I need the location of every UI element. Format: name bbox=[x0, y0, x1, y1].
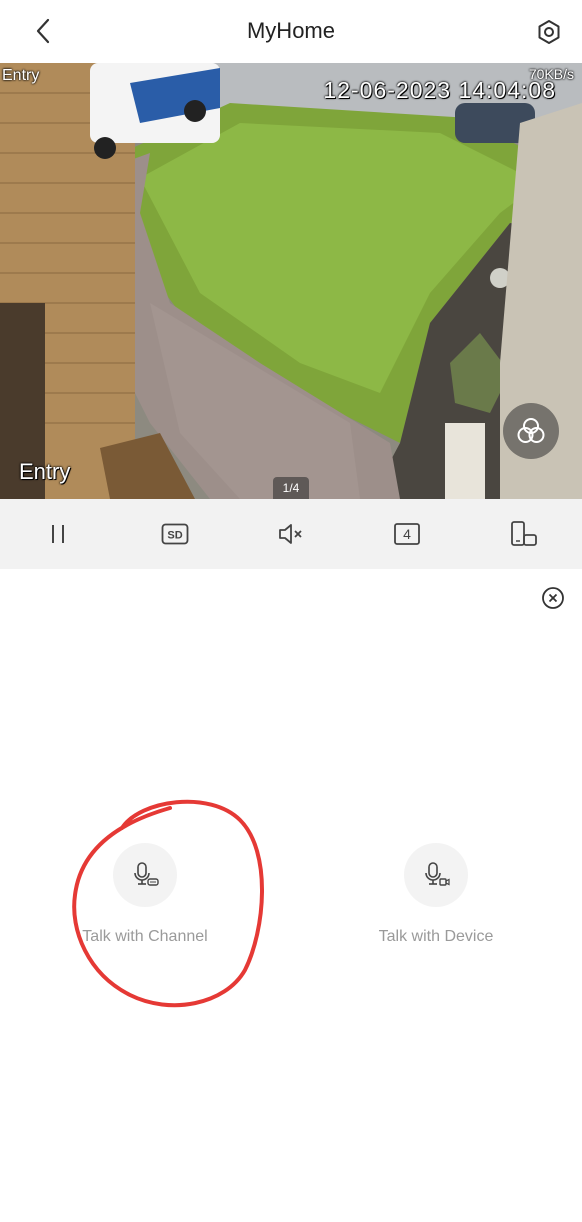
mic-device-icon bbox=[425, 862, 450, 886]
mic-channel-icon bbox=[134, 862, 159, 886]
three-circles-icon bbox=[517, 418, 545, 443]
channel-label-overlay: Entry bbox=[19, 459, 71, 484]
chevron-left-icon bbox=[36, 18, 50, 44]
back-button[interactable] bbox=[26, 14, 60, 48]
quality-label: SD bbox=[167, 530, 182, 542]
talk-with-channel-button[interactable]: Talk with Channel bbox=[45, 843, 245, 946]
timestamp-overlay: 12-06-2023 14:04:08 bbox=[323, 77, 556, 103]
talk-with-device-label: Talk with Device bbox=[378, 928, 494, 945]
phone-rotate-icon bbox=[510, 521, 537, 546]
multi-channel-button[interactable] bbox=[503, 403, 559, 459]
talk-with-channel-label: Talk with Channel bbox=[82, 928, 208, 945]
page-title: MyHome bbox=[246, 18, 335, 43]
speaker-muted-icon bbox=[279, 524, 302, 544]
talk-device-icon-circle bbox=[404, 843, 468, 907]
close-panel-button[interactable] bbox=[540, 585, 566, 611]
pause-icon bbox=[52, 525, 65, 543]
quality-button[interactable]: SD bbox=[116, 499, 232, 569]
page-indicator: 1/4 bbox=[273, 477, 309, 499]
split-count-icon: 4 bbox=[394, 523, 421, 545]
talk-channel-icon-circle bbox=[113, 843, 177, 907]
channel-name-overlay: Entry bbox=[2, 67, 40, 84]
mute-button[interactable] bbox=[233, 499, 349, 569]
rotate-screen-button[interactable] bbox=[466, 499, 582, 569]
sd-quality-icon: SD bbox=[161, 523, 189, 545]
gear-icon bbox=[538, 20, 560, 44]
pause-button[interactable] bbox=[0, 499, 116, 569]
close-circle-icon bbox=[542, 587, 564, 609]
split-count: 4 bbox=[404, 526, 412, 542]
playback-toolbar: SD 4 bbox=[0, 499, 582, 569]
live-video-view[interactable]: Entry 70KB/s 12-06-2023 14:04:08 Entry 1… bbox=[0, 63, 582, 499]
split-screen-button[interactable]: 4 bbox=[349, 499, 465, 569]
settings-button[interactable] bbox=[532, 15, 566, 49]
camera-feed-image bbox=[0, 63, 582, 499]
app-header: MyHome bbox=[0, 0, 582, 63]
talk-with-device-button[interactable]: Talk with Device bbox=[336, 843, 536, 946]
talk-panel: Talk with Channel Talk with Device bbox=[0, 569, 582, 1222]
